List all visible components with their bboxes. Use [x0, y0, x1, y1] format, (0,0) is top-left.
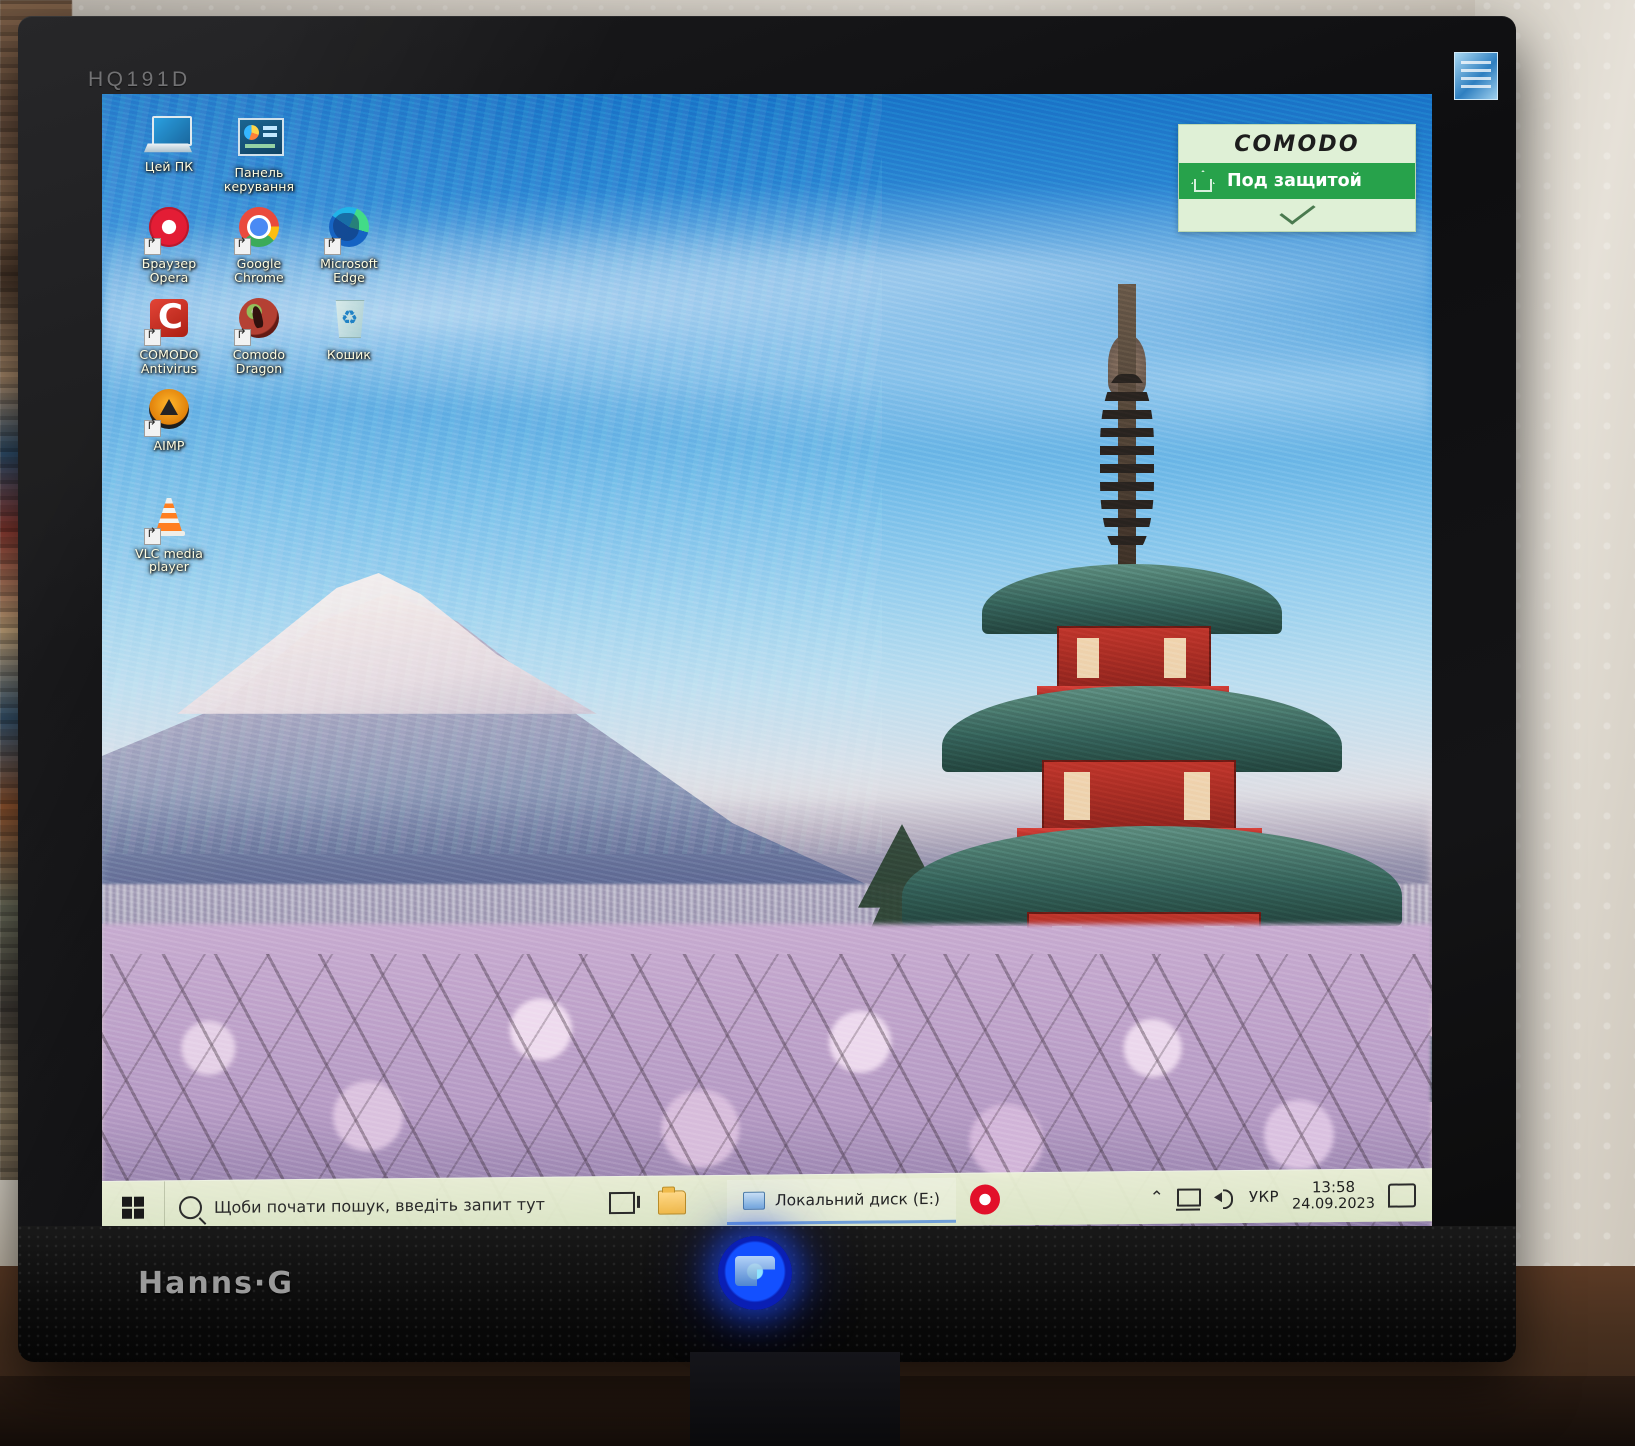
desktop-icon-aimp[interactable]: AIMP — [124, 389, 214, 453]
desktop-icon-label: Панель керування — [223, 165, 295, 194]
taskbar-app-file-explorer[interactable] — [653, 1182, 691, 1222]
desktop-icon-recycle-bin[interactable]: Кошик — [304, 298, 394, 375]
desktop-icon-label: Браузер Opera — [141, 256, 197, 285]
folder-icon — [658, 1190, 686, 1215]
monitor-power-button[interactable] — [718, 1236, 792, 1310]
comodo-brand-label: COMODO — [1234, 131, 1360, 157]
task-view-icon — [609, 1191, 635, 1215]
taskbar-window-local-disk-e[interactable]: Локальний диск (E:) — [727, 1177, 956, 1225]
desktop-icon-opera[interactable]: Браузер Opera — [124, 207, 214, 284]
microsoft-edge-icon — [324, 207, 372, 255]
desktop-icon-area: Цей ПК Панель керування Браузер Opera — [124, 116, 424, 588]
shortcut-overlay-icon — [144, 417, 161, 437]
home-icon — [1189, 169, 1215, 193]
clock-date: 24.09.2023 — [1291, 1195, 1375, 1213]
recycle-bin-icon — [326, 298, 372, 344]
monitor-brand-logo: Hanns·G — [138, 1266, 294, 1301]
desktop-icon-label: COMODO Antivirus — [139, 347, 199, 376]
desktop-icon-comodo-dragon[interactable]: Comodo Dragon — [214, 298, 304, 375]
shortcut-overlay-icon — [144, 525, 161, 545]
action-center-icon[interactable] — [1388, 1183, 1416, 1208]
comodo-status-text: Под защитой — [1227, 171, 1362, 191]
aimp-icon — [144, 389, 192, 437]
desktop-icon-label: VLC media player — [134, 545, 204, 574]
desktop-icon-label: Comodo Dragon — [232, 347, 286, 376]
comodo-status-bar[interactable]: Под защитой — [1179, 163, 1415, 199]
opera-browser-icon — [144, 207, 192, 255]
comodo-dragon-icon — [234, 298, 282, 346]
desktop-icon-control-panel[interactable]: Панель керування — [214, 116, 304, 193]
comodo-expand-button[interactable] — [1179, 196, 1415, 229]
clock-time: 13:58 — [1311, 1177, 1356, 1197]
desktop-icon-label: Microsoft Edge — [320, 256, 378, 285]
comodo-security-widget[interactable]: COMODO Под защитой — [1178, 124, 1416, 232]
drive-icon — [743, 1191, 765, 1210]
opera-icon — [969, 1184, 1000, 1215]
shortcut-overlay-icon — [144, 235, 161, 255]
system-tray: ⌃ УКР 13:58 24.09.2023 — [1150, 1169, 1432, 1224]
search-placeholder: Щоби почати пошук, введіть запит тут — [214, 1194, 545, 1217]
desktop-icon-label: Кошик — [326, 347, 372, 362]
windows-logo-icon — [122, 1196, 144, 1219]
comodo-antivirus-icon — [144, 297, 192, 346]
control-panel-icon — [236, 116, 284, 162]
monitor-model-label: HQ191D — [88, 68, 191, 91]
network-icon[interactable] — [1176, 1188, 1201, 1207]
shortcut-overlay-icon — [324, 235, 341, 255]
volume-icon[interactable] — [1214, 1187, 1236, 1207]
google-chrome-icon — [234, 207, 282, 255]
screen: Цей ПК Панель керування Браузер Opera — [102, 94, 1432, 1234]
task-view-button[interactable] — [599, 1177, 645, 1229]
language-indicator[interactable]: УКР — [1249, 1188, 1279, 1206]
shortcut-overlay-icon — [234, 326, 251, 346]
taskbar-app-opera[interactable] — [962, 1176, 1008, 1222]
shortcut-overlay-icon — [234, 235, 251, 255]
vlc-media-player-icon — [144, 497, 192, 545]
taskbar-window-title: Локальний диск (E:) — [775, 1189, 940, 1210]
shortcut-overlay-icon — [144, 326, 161, 346]
desktop-icon-this-pc[interactable]: Цей ПК — [124, 116, 214, 193]
desktop-icon-label: Google Chrome — [234, 256, 284, 285]
monitor-stand — [690, 1352, 900, 1446]
monitor: HQ191D Цей ПК Панель керування ↱ Браузер… — [18, 16, 1516, 1362]
this-pc-icon — [143, 116, 193, 156]
energy-star-sticker — [1454, 52, 1498, 100]
monitor-bottom-bezel: Hanns·G — [18, 1226, 1516, 1362]
pinned-apps — [645, 1182, 691, 1222]
desktop-icon-label: AIMP — [153, 438, 185, 453]
desktop-icon-google-chrome[interactable]: Google Chrome — [214, 207, 304, 284]
search-icon — [179, 1195, 202, 1219]
desktop-icon-comodo-antivirus[interactable]: COMODO Antivirus — [124, 297, 214, 376]
search-input[interactable]: Щоби почати пошук, введіть запит тут — [164, 1177, 599, 1234]
desktop-icon-vlc-media-player[interactable]: VLC media player — [124, 497, 214, 574]
chevron-up-icon[interactable]: ⌃ — [1150, 1188, 1164, 1208]
desktop-icon-microsoft-edge[interactable]: Microsoft Edge — [304, 207, 394, 284]
clock[interactable]: 13:58 24.09.2023 — [1291, 1177, 1375, 1214]
desktop-icon-label: Цей ПК — [144, 159, 194, 174]
chevron-down-icon — [1278, 196, 1316, 225]
